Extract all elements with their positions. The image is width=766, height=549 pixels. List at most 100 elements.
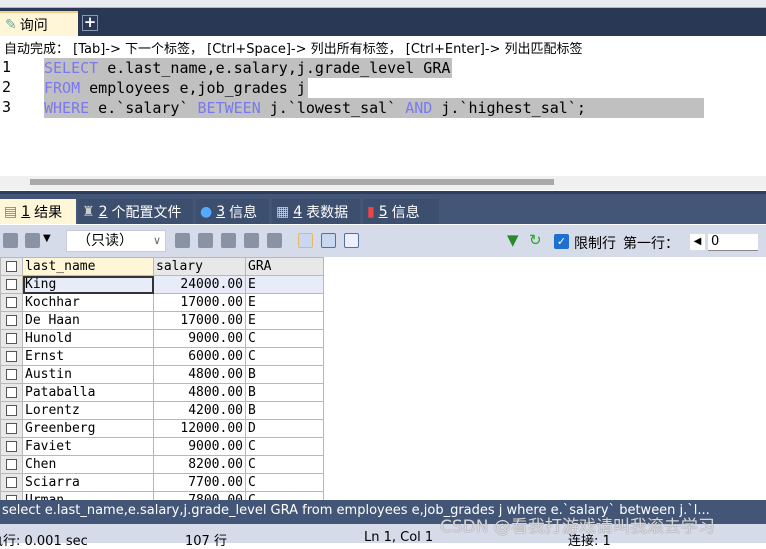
cell-gra[interactable]: B: [245, 365, 324, 384]
table-row[interactable]: Faviet 9000.00 C: [0, 437, 324, 456]
row-checkbox[interactable]: [0, 329, 23, 348]
cell-gra[interactable]: E: [245, 311, 324, 330]
cell-last-name[interactable]: De Haan: [22, 311, 154, 330]
tab-table-data[interactable]: ▦ 4 表数据: [272, 199, 360, 224]
cell-gra[interactable]: C: [245, 473, 324, 492]
cell-last-name[interactable]: Faviet: [22, 437, 154, 456]
cell-salary[interactable]: 9000.00: [153, 437, 246, 456]
window-top-strip: [0, 0, 766, 8]
code-line[interactable]: SELECT e.last_name,e.salary,j.grade_leve…: [44, 58, 453, 78]
duplicate-row-icon[interactable]: [198, 233, 213, 248]
cell-gra[interactable]: C: [245, 329, 324, 348]
row-checkbox[interactable]: [0, 293, 23, 312]
row-checkbox[interactable]: [0, 473, 23, 492]
table-row[interactable]: Sciarra 7700.00 C: [0, 473, 324, 492]
scrollbar-thumb[interactable]: [30, 179, 554, 185]
cell-gra[interactable]: C: [245, 455, 324, 474]
row-checkbox[interactable]: [0, 455, 23, 474]
cell-last-name[interactable]: Sciarra: [22, 473, 154, 492]
cell-last-name[interactable]: Austin: [22, 365, 154, 384]
cell-salary[interactable]: 4200.00: [153, 401, 246, 420]
tab-info-2[interactable]: ▮ 5 信息: [363, 199, 439, 224]
row-count: 107 行: [185, 534, 227, 549]
tab-info[interactable]: ● 3 信息: [196, 199, 269, 224]
cell-gra[interactable]: E: [245, 293, 324, 312]
cell-gra[interactable]: C: [245, 347, 324, 366]
form-view-icon[interactable]: [321, 233, 336, 248]
export-icon[interactable]: [3, 233, 18, 248]
table-row[interactable]: Kochhar 17000.00 E: [0, 293, 324, 312]
row-checkbox[interactable]: [0, 347, 23, 366]
filter-icon[interactable]: ▼: [507, 231, 519, 249]
column-header[interactable]: GRA: [245, 257, 324, 276]
column-header[interactable]: salary: [153, 257, 246, 276]
select-all-checkbox[interactable]: [0, 257, 23, 276]
table-row[interactable]: Lorentz 4200.00 B: [0, 401, 324, 420]
tab-query[interactable]: ✎ 询问: [0, 11, 78, 36]
cell-gra[interactable]: B: [245, 383, 324, 402]
table-row[interactable]: Pataballa 4800.00 B: [0, 383, 324, 402]
cell-last-name[interactable]: Lorentz: [22, 401, 154, 420]
query-tab-bar: ✎ 询问 +: [0, 8, 766, 36]
delete-icon[interactable]: [244, 233, 259, 248]
cell-gra[interactable]: E: [245, 275, 324, 294]
tab-profile[interactable]: ♜ 2 个配置文件: [78, 199, 193, 224]
tab-result[interactable]: ▤ 1 结果: [0, 199, 76, 224]
cell-last-name[interactable]: Pataballa: [22, 383, 154, 402]
table-row[interactable]: Ernst 6000.00 C: [0, 347, 324, 366]
tab-number: 3: [216, 203, 226, 220]
previous-icon[interactable]: ◀: [690, 234, 705, 250]
table-row[interactable]: Hunold 9000.00 C: [0, 329, 324, 348]
add-row-icon[interactable]: [175, 233, 190, 248]
row-checkbox[interactable]: [0, 383, 23, 402]
table-row[interactable]: De Haan 17000.00 E: [0, 311, 324, 330]
code-line[interactable]: FROM employees e,job_grades j: [44, 78, 308, 98]
dropdown-arrow-icon[interactable]: ▼: [43, 233, 51, 244]
add-tab-button[interactable]: +: [82, 15, 98, 31]
cell-salary[interactable]: 4800.00: [153, 383, 246, 402]
row-checkbox[interactable]: [0, 275, 23, 294]
cell-gra[interactable]: B: [245, 401, 324, 420]
row-checkbox[interactable]: [0, 419, 23, 438]
code-line[interactable]: WHERE e.`salary` BETWEEN j.`lowest_sal` …: [44, 98, 704, 118]
row-checkbox[interactable]: [0, 401, 23, 420]
horizontal-scrollbar[interactable]: [0, 176, 766, 190]
save-icon[interactable]: [221, 233, 236, 248]
cell-last-name[interactable]: Kochhar: [22, 293, 154, 312]
first-row-input[interactable]: 0: [708, 234, 758, 251]
cell-salary[interactable]: 6000.00: [153, 347, 246, 366]
table-row[interactable]: King 24000.00 E: [0, 275, 324, 294]
cell-last-name[interactable]: King: [22, 275, 154, 294]
sql-editor[interactable]: 1 SELECT e.last_name,e.salary,j.grade_le…: [0, 56, 766, 176]
limit-rows-checkbox[interactable]: ✓: [554, 234, 569, 249]
cell-salary[interactable]: 8200.00: [153, 455, 246, 474]
table-row[interactable]: Austin 4800.00 B: [0, 365, 324, 384]
text-view-icon[interactable]: [344, 233, 359, 248]
cell-last-name[interactable]: Greenberg: [22, 419, 154, 438]
cell-salary[interactable]: 17000.00: [153, 293, 246, 312]
cell-last-name[interactable]: Chen: [22, 455, 154, 474]
cell-gra[interactable]: C: [245, 437, 324, 456]
cell-salary[interactable]: 17000.00: [153, 311, 246, 330]
grid-view-icon[interactable]: [298, 233, 313, 248]
cell-last-name[interactable]: Hunold: [22, 329, 154, 348]
first-row-label: 第一行：: [623, 236, 679, 252]
row-checkbox[interactable]: [0, 311, 23, 330]
import-icon[interactable]: [25, 233, 40, 248]
cell-salary[interactable]: 12000.00: [153, 419, 246, 438]
cell-last-name[interactable]: Ernst: [22, 347, 154, 366]
row-checkbox[interactable]: [0, 437, 23, 456]
cell-gra[interactable]: D: [245, 419, 324, 438]
cell-salary[interactable]: 24000.00: [153, 275, 246, 294]
table-row[interactable]: Greenberg 12000.00 D: [0, 419, 324, 438]
keyword: BETWEEN: [197, 99, 261, 117]
cell-salary[interactable]: 4800.00: [153, 365, 246, 384]
table-row[interactable]: Chen 8200.00 C: [0, 455, 324, 474]
cell-salary[interactable]: 9000.00: [153, 329, 246, 348]
cell-salary[interactable]: 7700.00: [153, 473, 246, 492]
column-header[interactable]: last_name: [22, 257, 154, 277]
mode-select[interactable]: （只读） ∨: [66, 230, 166, 252]
cancel-icon[interactable]: [267, 233, 282, 248]
refresh-icon[interactable]: ↻: [529, 231, 542, 249]
row-checkbox[interactable]: [0, 365, 23, 384]
